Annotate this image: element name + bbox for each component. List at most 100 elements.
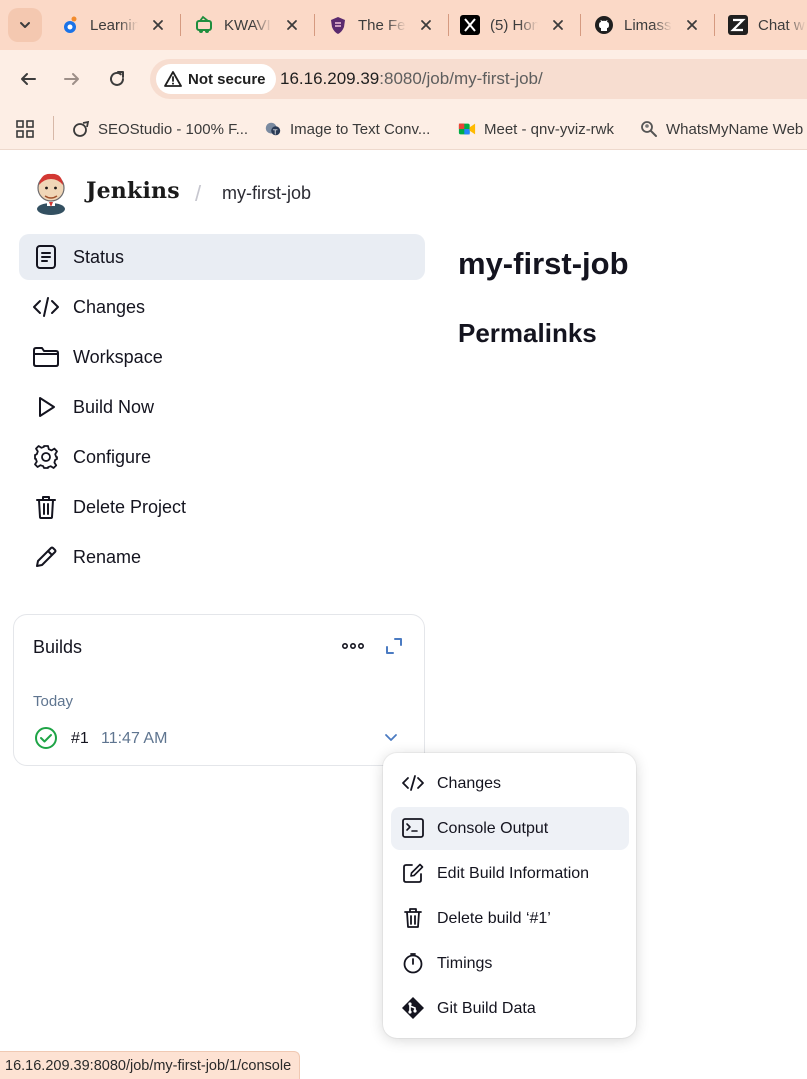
url-path: :8080/job/my-first-job/	[379, 69, 543, 88]
menu-item-label: Changes	[437, 775, 502, 792]
chevron-down-icon	[385, 734, 397, 741]
sidebar-item-changes[interactable]: Changes	[19, 284, 425, 330]
apps-grid-icon	[16, 120, 34, 138]
z-favicon	[728, 15, 748, 35]
permalinks-heading: Permalinks	[458, 318, 597, 348]
stopwatch-icon	[401, 952, 425, 974]
reload-icon	[110, 71, 124, 86]
jenkins-header: Jenkins / my-first-job	[0, 151, 807, 231]
build-number[interactable]: #1	[71, 730, 89, 748]
close-icon[interactable]	[550, 17, 566, 33]
tab-title: Learnin	[90, 16, 138, 34]
x-favicon	[460, 15, 480, 35]
forward-button[interactable]	[55, 62, 89, 96]
address-bar[interactable]: Not secure 16.16.209.39:8080/job/my-firs…	[150, 59, 807, 99]
sidebar-item-rename[interactable]: Rename	[19, 534, 425, 580]
menu-item-label: Timings	[437, 955, 493, 972]
sidebar-item-build-now[interactable]: Build Now	[19, 384, 425, 430]
reload-button[interactable]	[100, 62, 134, 96]
browser-toolbar: Not secure 16.16.209.39:8080/job/my-firs…	[0, 50, 807, 108]
tab-search-button[interactable]	[8, 8, 42, 42]
trash-icon	[32, 494, 60, 520]
sidebar-item-delete-project[interactable]: Delete Project	[19, 484, 425, 530]
sidebar-item-status[interactable]: Status	[19, 234, 425, 280]
menu-item-changes[interactable]: Changes	[391, 762, 629, 805]
menu-item-label: Delete build ‘#1’	[437, 910, 551, 927]
arrow-right-icon	[64, 73, 79, 85]
image-to-text-icon: T	[264, 120, 282, 138]
close-icon[interactable]	[284, 17, 300, 33]
close-icon[interactable]	[418, 17, 434, 33]
bookmark-label: Meet - qnv-yviz-rwk	[484, 120, 615, 138]
menu-item-delete-build[interactable]: Delete build ‘#1’	[391, 897, 629, 940]
meet-icon	[458, 120, 476, 138]
bookmark-seostudio[interactable]: SEOStudio - 100% F...	[72, 114, 248, 144]
security-chip[interactable]: Not secure	[156, 64, 276, 94]
browser-tab-chat[interactable]: Chat w	[720, 8, 807, 42]
learning-favicon	[60, 15, 80, 35]
folder-icon	[32, 344, 60, 370]
bookmarks-divider	[53, 116, 54, 140]
bookmark-label: Image to Text Conv...	[290, 120, 431, 138]
apps-button[interactable]	[14, 115, 36, 143]
browser-tab-x[interactable]: (5) Hon	[452, 8, 574, 42]
bookmark-label: SEOStudio - 100% F...	[98, 120, 249, 138]
chevron-down-icon	[20, 22, 30, 28]
sidebar-item-label: Configure	[73, 447, 152, 467]
whatsmyname-icon	[640, 120, 658, 138]
bookmark-image-to-text[interactable]: T Image to Text Conv...	[264, 114, 430, 144]
github-favicon	[594, 15, 614, 35]
trash-icon	[401, 907, 425, 929]
bookmarks-bar: SEOStudio - 100% F... T Image to Text Co…	[0, 108, 807, 150]
bookmark-whatsmyname[interactable]: WhatsMyName Web	[640, 114, 803, 144]
browser-tab-kwavi[interactable]: KWAVI	[186, 8, 308, 42]
build-context-menu: Changes Console Output Edit Build Inform…	[383, 753, 636, 1038]
menu-item-label: Edit Build Information	[437, 865, 590, 882]
bookmark-label: WhatsMyName Web	[666, 120, 804, 138]
browser-tab-learning[interactable]: Learnin	[52, 8, 174, 42]
sidebar-item-workspace[interactable]: Workspace	[19, 334, 425, 380]
code-icon	[32, 294, 60, 320]
builds-day-label: Today	[33, 693, 74, 710]
jenkins-brand[interactable]: Jenkins	[86, 178, 180, 204]
close-icon[interactable]	[684, 17, 700, 33]
build-menu-toggle[interactable]	[380, 727, 402, 749]
back-button[interactable]	[11, 62, 45, 96]
bookmark-meet[interactable]: Meet - qnv-yviz-rwk	[458, 114, 614, 144]
builds-card: Builds Today #1 11:47 AM	[13, 614, 425, 766]
builds-more-button[interactable]	[340, 635, 366, 657]
browser-tab-the-fe[interactable]: The Fe	[320, 8, 442, 42]
menu-item-label: Console Output	[437, 820, 549, 837]
build-row[interactable]: #1 11:47 AM	[22, 719, 418, 757]
builds-expand-button[interactable]	[383, 635, 405, 657]
shield-favicon	[328, 15, 348, 35]
browser-tab-strip: Learnin KWAVI The Fe (5) Hon Limass Chat…	[0, 0, 807, 50]
browser-tab-github[interactable]: Limass	[586, 8, 708, 42]
breadcrumb-job[interactable]: my-first-job	[222, 183, 311, 204]
edit-icon	[401, 862, 425, 884]
url-text[interactable]: 16.16.209.39:8080/job/my-first-job/	[280, 69, 543, 89]
jenkins-logo[interactable]	[33, 169, 69, 215]
kwavi-favicon	[194, 15, 214, 35]
menu-item-timings[interactable]: Timings	[391, 942, 629, 985]
sidebar-item-label: Delete Project	[73, 497, 187, 517]
menu-item-git-build-data[interactable]: Git Build Data	[391, 987, 629, 1030]
menu-item-edit-build-information[interactable]: Edit Build Information	[391, 852, 629, 895]
status-icon	[32, 244, 60, 270]
warning-icon	[164, 71, 182, 87]
sidebar-item-configure[interactable]: Configure	[19, 434, 425, 480]
sidebar-item-label: Workspace	[73, 347, 163, 367]
builds-title: Builds	[33, 637, 83, 657]
page-title: my-first-job	[458, 246, 629, 281]
breadcrumb-separator: /	[195, 181, 202, 206]
menu-item-console-output[interactable]: Console Output	[391, 807, 629, 850]
build-time[interactable]: 11:47 AM	[101, 730, 167, 748]
svg-text:T: T	[272, 127, 278, 136]
tab-divider	[714, 14, 715, 36]
close-icon[interactable]	[150, 17, 166, 33]
tab-divider	[180, 14, 181, 36]
link-status-bar: 16.16.209.39:8080/job/my-first-job/1/con…	[0, 1051, 301, 1079]
more-horizontal-icon	[342, 643, 364, 649]
sidebar-item-label: Rename	[73, 547, 142, 567]
arrow-left-icon	[21, 73, 36, 85]
